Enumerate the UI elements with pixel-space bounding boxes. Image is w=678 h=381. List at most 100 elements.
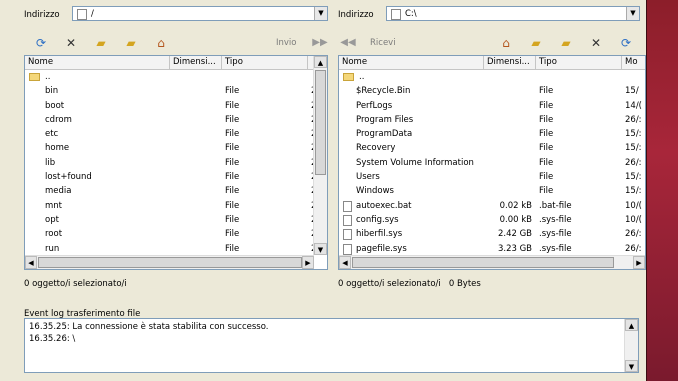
list-item[interactable]: lost+foundFile2 bbox=[25, 170, 314, 184]
row-type: File bbox=[225, 143, 240, 154]
scroll-thumb[interactable] bbox=[352, 257, 614, 268]
row-name: boot bbox=[45, 100, 65, 111]
folder-up-icon[interactable]: ▰ bbox=[123, 36, 139, 50]
row-name: .. bbox=[359, 72, 365, 82]
scroll-down-icon[interactable]: ▼ bbox=[314, 243, 327, 255]
list-item[interactable]: mntFile2 bbox=[25, 199, 314, 213]
new-folder-icon[interactable]: ▰ bbox=[93, 36, 109, 50]
column-type[interactable]: Tipo bbox=[536, 56, 622, 69]
row-type: .sys-file bbox=[539, 214, 572, 225]
list-item[interactable]: runFile2 bbox=[25, 242, 314, 255]
row-name: opt bbox=[45, 214, 59, 225]
parent-directory-row[interactable]: .. bbox=[339, 70, 645, 84]
list-item[interactable]: Program Files File 26/: bbox=[339, 113, 645, 127]
new-folder-icon[interactable]: ▰ bbox=[558, 36, 574, 50]
right-status: 0 oggetto/i selezionato/i 0 Bytes bbox=[338, 279, 481, 289]
list-item[interactable]: bootFile2 bbox=[25, 99, 314, 113]
list-item[interactable]: autoexec.bat 0.02 kB .bat-file 10/( bbox=[339, 199, 645, 213]
folder-up-icon bbox=[343, 73, 354, 81]
right-address-label: Indirizzo bbox=[338, 10, 374, 20]
column-type[interactable]: Tipo bbox=[222, 56, 308, 69]
row-type: .bat-file bbox=[539, 200, 572, 211]
column-size[interactable]: Dimensi... bbox=[484, 56, 536, 69]
scroll-up-icon[interactable]: ▲ bbox=[314, 56, 327, 68]
file-icon bbox=[343, 200, 352, 212]
scroll-thumb[interactable] bbox=[38, 257, 302, 268]
horizontal-scrollbar[interactable]: ◀ ▶ bbox=[25, 255, 314, 269]
delete-icon[interactable]: ✕ bbox=[63, 36, 79, 50]
row-size: 0.00 kB bbox=[499, 214, 532, 225]
horizontal-scrollbar[interactable]: ◀ ▶ bbox=[339, 255, 645, 269]
column-modified[interactable]: Mo bbox=[622, 56, 647, 69]
row-type: .sys-file bbox=[539, 229, 572, 240]
folder-up-icon[interactable]: ▰ bbox=[528, 36, 544, 50]
list-item[interactable]: System Volume Information File 26/: bbox=[339, 156, 645, 170]
list-item[interactable]: binFile2 bbox=[25, 84, 314, 98]
delete-icon[interactable]: ✕ bbox=[588, 36, 604, 50]
row-type: File bbox=[225, 214, 240, 225]
file-transfer-window: Indirizzo / ▼ Indirizzo C:\ ▼ ⟳ ✕ ▰ ▰ ⌂ … bbox=[0, 0, 646, 381]
list-item[interactable]: Users File 15/: bbox=[339, 170, 645, 184]
list-item[interactable]: pagefile.sys 3.23 GB .sys-file 26/: bbox=[339, 242, 645, 255]
list-item[interactable]: cdromFile2 bbox=[25, 113, 314, 127]
column-size[interactable]: Dimensi... bbox=[170, 56, 222, 69]
row-date: 26/: bbox=[625, 243, 642, 254]
left-status: 0 oggetto/i selezionato/i bbox=[24, 279, 127, 289]
list-item[interactable]: libFile2 bbox=[25, 156, 314, 170]
list-item[interactable]: PerfLogs File 14/( bbox=[339, 99, 645, 113]
row-size bbox=[489, 141, 532, 155]
home-icon[interactable]: ⌂ bbox=[498, 36, 514, 50]
event-log[interactable]: 16.35.25: La connessione è stata stabili… bbox=[24, 318, 639, 373]
list-item[interactable]: optFile2 bbox=[25, 213, 314, 227]
refresh-icon[interactable]: ⟳ bbox=[33, 36, 49, 50]
left-address-label: Indirizzo bbox=[24, 10, 60, 20]
column-name[interactable]: Nome bbox=[25, 56, 170, 69]
chevron-down-icon[interactable]: ▼ bbox=[314, 7, 327, 20]
chevron-down-icon[interactable]: ▼ bbox=[626, 7, 639, 20]
scroll-down-icon[interactable]: ▼ bbox=[625, 360, 638, 372]
row-type: File bbox=[225, 229, 240, 240]
row-name: ProgramData bbox=[356, 129, 413, 140]
scroll-right-icon[interactable]: ▶ bbox=[302, 256, 314, 269]
scroll-right-icon[interactable]: ▶ bbox=[633, 256, 645, 269]
row-name: System Volume Information bbox=[356, 157, 474, 168]
refresh-icon[interactable]: ⟳ bbox=[618, 36, 634, 50]
row-size: 0.02 kB bbox=[499, 200, 532, 211]
scroll-left-icon[interactable]: ◀ bbox=[339, 256, 351, 269]
receive-button[interactable]: Ricevi bbox=[370, 38, 396, 48]
row-name: Windows bbox=[356, 186, 394, 197]
right-address-field[interactable]: C:\ ▼ bbox=[386, 6, 640, 21]
send-arrow-icon[interactable]: ▶▶ bbox=[312, 36, 328, 50]
scroll-left-icon[interactable]: ◀ bbox=[25, 256, 37, 269]
receive-arrow-icon[interactable]: ◀◀ bbox=[340, 36, 356, 50]
home-icon[interactable]: ⌂ bbox=[153, 36, 169, 50]
local-file-list[interactable]: Nome Dimensi... Tipo .. binFile2bootFile… bbox=[24, 55, 328, 270]
remote-file-list[interactable]: Nome Dimensi... Tipo Mo .. $Recycle.Bin F… bbox=[338, 55, 646, 270]
list-item[interactable]: rootFile2 bbox=[25, 227, 314, 241]
list-item[interactable]: Recovery File 15/: bbox=[339, 141, 645, 155]
scroll-thumb[interactable] bbox=[315, 70, 326, 175]
list-item[interactable]: $Recycle.Bin File 15/ bbox=[339, 84, 645, 98]
row-type: File bbox=[539, 129, 554, 140]
parent-directory-row[interactable]: .. bbox=[25, 70, 314, 84]
row-name: lost+found bbox=[45, 172, 92, 183]
list-item[interactable]: etcFile2 bbox=[25, 127, 314, 141]
list-item[interactable]: hiberfil.sys 2.42 GB .sys-file 26/: bbox=[339, 227, 645, 241]
list-item[interactable]: Windows File 15/: bbox=[339, 184, 645, 198]
row-type: File bbox=[225, 186, 240, 197]
file-icon bbox=[343, 229, 352, 241]
row-type: File bbox=[539, 100, 554, 111]
list-item[interactable]: ProgramData File 15/: bbox=[339, 127, 645, 141]
list-item[interactable]: mediaFile2 bbox=[25, 184, 314, 198]
scroll-up-icon[interactable]: ▲ bbox=[625, 319, 638, 331]
row-date: 15/: bbox=[625, 186, 642, 197]
column-name[interactable]: Nome bbox=[339, 56, 484, 69]
vertical-scrollbar[interactable]: ▲ ▼ bbox=[624, 319, 638, 372]
row-name: .. bbox=[45, 72, 51, 82]
list-item[interactable]: homeFile2 bbox=[25, 141, 314, 155]
vertical-scrollbar[interactable]: ▲ ▼ bbox=[313, 56, 327, 255]
left-address-field[interactable]: / ▼ bbox=[72, 6, 328, 21]
row-size bbox=[489, 84, 532, 98]
list-item[interactable]: config.sys 0.00 kB .sys-file 10/( bbox=[339, 213, 645, 227]
send-button[interactable]: Invio bbox=[276, 38, 297, 48]
